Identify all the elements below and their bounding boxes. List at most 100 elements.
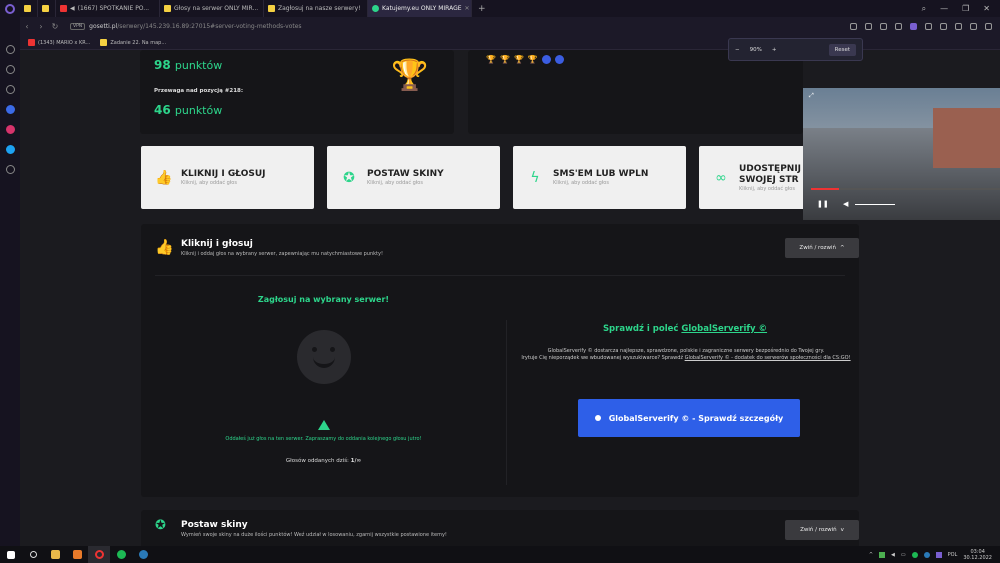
opera-logo-icon[interactable]	[0, 0, 20, 17]
description-line-2: Irytuje Cię nieporządek we wbudowanej wy…	[521, 355, 684, 361]
tab-youtube[interactable]: ◀ (1667) SPOTKANIE PO...	[56, 0, 160, 17]
close-window-icon[interactable]: ✕	[983, 4, 990, 14]
bookmark-icon[interactable]	[895, 23, 902, 30]
vote-card-sms[interactable]: ϟ SMS'EM LUB WPLN Kliknij, aby oddać głos	[513, 146, 686, 209]
globalserverify-button[interactable]: GlobalServerify © - Sprawdź szczegóły	[578, 399, 800, 437]
speaker-icon[interactable]: ◀	[891, 552, 895, 558]
messenger-icon[interactable]	[5, 105, 15, 114]
pause-icon[interactable]: ❚❚	[817, 200, 829, 208]
description-link[interactable]: GlobalServerify © - dodatek do serwerów …	[685, 355, 851, 361]
section-subtitle: Kliknij i oddaj głos na wybrany serwer, …	[181, 251, 383, 257]
volume-slider[interactable]	[855, 204, 895, 205]
twitter-icon[interactable]	[5, 145, 15, 154]
tray-app-icon[interactable]	[879, 551, 886, 558]
zoom-out-button[interactable]: −	[735, 47, 740, 53]
already-voted-message: Oddałeś już głos na ten serwer. Zaprasza…	[225, 436, 422, 442]
bookmark-item[interactable]: Zadanie 22. Na map...	[100, 39, 166, 46]
info-icon	[594, 415, 601, 421]
file-explorer-icon[interactable]	[44, 546, 66, 563]
vote-card-sub: Kliknij, aby oddać głos	[181, 180, 237, 186]
globalserverify-heading: Sprawdź i poleć GlobalServerify ©	[511, 324, 859, 334]
steam-tray-icon[interactable]	[923, 551, 930, 558]
click-vote-section: 👍 Kliknij i głosuj Kliknij i oddaj głos …	[141, 224, 859, 497]
tab-katujemy[interactable]: Katujemy.eu ONLY MIRAGE ✕	[368, 0, 472, 17]
forward-icon[interactable]: ›	[34, 22, 48, 31]
window-controls: ⌕ — ❐ ✕	[922, 4, 1000, 14]
bookmark-label: Zadanie 22. Na map...	[110, 39, 167, 46]
vote-card-sub: Kliknij, aby oddać głos	[553, 180, 609, 186]
language-indicator[interactable]: POL	[948, 552, 958, 558]
stats-panel: 98 punktów Przewaga nad pozycją #218: 46…	[140, 50, 454, 134]
tab-pinned-2[interactable]	[38, 0, 56, 17]
video-progress-fill	[811, 188, 840, 190]
vote-card-click[interactable]: 👍 KLIKNIJ I GŁOSUJ Kliknij, aby oddać gło…	[141, 146, 314, 209]
clock[interactable]: 03:04 30.12.2022	[963, 549, 992, 561]
bookmark-item[interactable]: (1343) MARIO x KR...	[28, 39, 90, 46]
network-icon[interactable]: ▭	[901, 552, 906, 558]
globalserverify-link[interactable]: GlobalServerify ©	[681, 324, 767, 334]
maximize-icon[interactable]: ❐	[962, 4, 969, 14]
zoom-in-button[interactable]: +	[772, 47, 777, 53]
bag-icon[interactable]	[5, 85, 15, 94]
new-tab-button[interactable]: +	[472, 4, 492, 14]
tray-chevron-icon[interactable]: ^	[869, 552, 873, 558]
reload-icon[interactable]: ↻	[48, 22, 62, 31]
help-icon[interactable]	[541, 55, 551, 64]
zoom-icon[interactable]	[850, 23, 857, 30]
steam-icon[interactable]	[132, 546, 154, 563]
instagram-icon[interactable]	[5, 125, 15, 134]
video-popout[interactable]: ❚❚ ◀ ⤢	[803, 88, 1000, 220]
heart-icon[interactable]	[955, 23, 962, 30]
app-icon[interactable]	[66, 546, 88, 563]
minimize-icon[interactable]: —	[940, 4, 948, 14]
expand-icon[interactable]: ⤢	[809, 92, 814, 100]
speed-dial-icon[interactable]	[5, 65, 15, 74]
camera-icon[interactable]	[865, 23, 872, 30]
chevron-up-icon: ^	[839, 245, 845, 251]
description-line-1: GlobalServerify © dostarcza najlepsze, s…	[547, 348, 825, 354]
tab-favicon-icon	[164, 5, 171, 12]
collapse-label: Zwiń / rozwiń	[799, 245, 836, 251]
search-icon[interactable]	[22, 546, 44, 563]
section-title: Kliknij i głosuj	[181, 239, 253, 249]
vote-card-sub: Kliknij, aby oddać głos	[739, 185, 795, 192]
close-tab-icon[interactable]: ✕	[465, 5, 470, 12]
discord-tray-icon[interactable]	[935, 551, 942, 558]
url-field[interactable]: gosetti.pl/serwery/145.239.16.89:27015#s…	[89, 23, 301, 30]
address-bar: ‹ › ↻ VPN gosetti.pl/serwery/145.239.16.…	[20, 17, 1000, 36]
search-icon[interactable]: ⌕	[922, 4, 926, 14]
lead-points: 46 punktów	[154, 103, 222, 117]
votes-today: Głosów oddanych dziś: 1/∞	[141, 458, 506, 464]
bookmark-label: (1343) MARIO x KR...	[38, 39, 91, 46]
back-icon[interactable]: ‹	[20, 22, 34, 31]
windows-start-icon[interactable]	[0, 546, 22, 563]
spotify-icon[interactable]	[110, 546, 132, 563]
speaker-icon: ◀	[70, 5, 75, 12]
download-icon[interactable]	[970, 23, 977, 30]
bookmark-favicon-icon	[100, 39, 108, 46]
opera-taskbar-icon[interactable]	[88, 546, 110, 563]
history-icon[interactable]	[5, 165, 15, 174]
browser-sidebar	[0, 17, 20, 546]
share-icon[interactable]	[880, 23, 887, 30]
zoom-reset-button[interactable]: Reset	[828, 43, 856, 56]
menu-icon[interactable]	[985, 23, 992, 30]
tab-zaglosuj[interactable]: Zagłosuj na nasze serwery!	[264, 0, 368, 17]
home-icon[interactable]	[5, 45, 15, 54]
tab-pinned-1[interactable]	[20, 0, 38, 17]
shield-icon[interactable]	[910, 23, 917, 30]
volume-icon[interactable]: ◀	[843, 200, 848, 208]
spotify-tray-icon[interactable]	[911, 551, 918, 558]
vote-card-skins[interactable]: ✪ POSTAW SKINY Kliknij, aby oddać głos	[327, 146, 500, 209]
collapse-button[interactable]: Zwiń / rozwiń ^	[785, 238, 859, 258]
send-icon[interactable]	[940, 23, 947, 30]
video-progress-track[interactable]	[811, 188, 1000, 190]
help-icon[interactable]	[554, 55, 564, 64]
vpn-badge[interactable]: VPN	[70, 23, 86, 30]
cube-icon[interactable]	[925, 23, 932, 30]
url-host: gosetti.pl	[89, 23, 118, 30]
vote-card-share[interactable]: ∞ UDOSTĘPNIJ SWOJEJ STR Kliknij, aby odda…	[699, 146, 809, 209]
collapse-button[interactable]: Zwiń / rozwiń v	[785, 520, 859, 540]
tab-glosy[interactable]: Głosy na serwer ONLY MIR...	[160, 0, 264, 17]
skins-section: ✪ Postaw skiny Wymień swoje skiny na duż…	[141, 510, 859, 546]
